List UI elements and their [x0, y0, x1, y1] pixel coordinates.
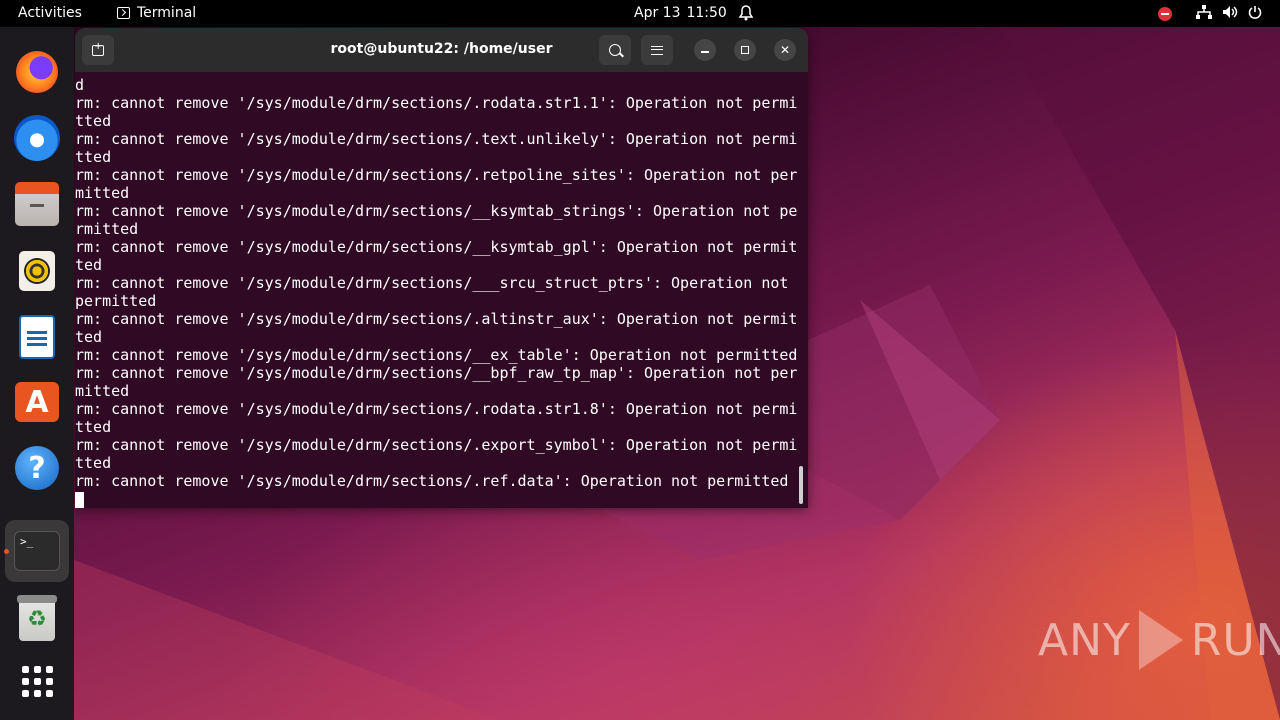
dock-item-writer[interactable] — [14, 314, 60, 360]
terminal-app-icon — [117, 7, 130, 19]
minimize-button[interactable] — [694, 39, 716, 61]
terminal-line: d — [75, 76, 85, 94]
terminal-line: ted — [75, 328, 103, 346]
terminal-line: rm: cannot remove '/sys/module/drm/secti… — [75, 310, 798, 328]
terminal-line: mitted — [75, 184, 130, 202]
close-icon: ✕ — [779, 43, 791, 57]
show-applications-button[interactable] — [14, 658, 60, 704]
clock-date: Apr 13 — [634, 5, 681, 21]
terminal-line: rm: cannot remove '/sys/module/drm/secti… — [75, 238, 798, 256]
search-icon — [609, 44, 621, 56]
trash-icon: ♻ — [17, 595, 57, 641]
dock-item-help[interactable]: ? — [14, 445, 60, 491]
terminal-icon: >_ — [14, 531, 60, 571]
terminal-line: rm: cannot remove '/sys/module/drm/secti… — [75, 130, 798, 148]
dock: A ? >_ ♻ — [0, 27, 74, 720]
terminal-lines: d rm: cannot remove '/sys/module/drm/sect… — [75, 76, 797, 508]
terminal-line: tted — [75, 112, 112, 130]
app-grid-icon — [21, 665, 53, 697]
dock-item-trash[interactable]: ♻ — [14, 595, 60, 642]
terminal-line: rm: cannot remove '/sys/module/drm/secti… — [75, 472, 789, 490]
watermark-right: RUN — [1190, 614, 1280, 666]
terminal-line: ted — [75, 256, 103, 274]
dock-item-rhythmbox[interactable] — [14, 248, 60, 294]
system-tray[interactable] — [1158, 5, 1262, 23]
thunderbird-icon — [14, 115, 60, 161]
dock-item-software[interactable]: A — [14, 379, 60, 425]
terminal-line: tted — [75, 148, 112, 166]
clock-time: 11:50 — [686, 5, 727, 21]
search-button[interactable] — [599, 35, 631, 65]
volume-icon — [1222, 5, 1238, 23]
terminal-line: permitted — [75, 292, 157, 310]
help-icon: ? — [15, 446, 59, 490]
terminal-window: root@ubuntu22: /home/user ✕ drm: cannot … — [75, 28, 808, 508]
clock[interactable]: Apr 13 11:50 — [634, 5, 727, 21]
watermark-play-icon — [1138, 610, 1183, 670]
terminal-cursor — [75, 491, 84, 508]
app-menu-label: Terminal — [137, 5, 197, 21]
maximize-icon — [741, 46, 749, 54]
terminal-line: tted — [75, 418, 112, 436]
terminal-line: mitted — [75, 382, 130, 400]
writer-icon — [19, 315, 55, 359]
anyrun-watermark: ANY RUN — [1038, 610, 1280, 670]
terminal-line: rm: cannot remove '/sys/module/drm/secti… — [75, 166, 798, 184]
power-icon — [1248, 5, 1262, 23]
activities-button[interactable]: Activities — [18, 5, 82, 21]
terminal-prompt-line[interactable] — [75, 490, 797, 508]
app-store-icon: A — [15, 382, 59, 422]
terminal-line: rm: cannot remove '/sys/module/drm/secti… — [75, 400, 798, 418]
app-menu[interactable]: Terminal — [117, 5, 196, 21]
minimize-icon — [701, 51, 709, 53]
hamburger-menu-icon — [651, 45, 663, 55]
close-button[interactable]: ✕ — [774, 39, 796, 61]
terminal-line: rm: cannot remove '/sys/module/drm/secti… — [75, 94, 798, 112]
dock-item-files[interactable] — [14, 182, 60, 229]
dock-item-thunderbird[interactable] — [14, 115, 60, 161]
firefox-icon — [16, 51, 58, 93]
terminal-line: rm: cannot remove '/sys/module/drm/secti… — [75, 274, 798, 292]
do-not-disturb-icon[interactable] — [1158, 7, 1172, 21]
menu-button[interactable] — [641, 35, 673, 65]
top-bar: Activities Terminal Apr 13 11:50 — [0, 0, 1280, 27]
maximize-button[interactable] — [734, 39, 756, 61]
rhythmbox-icon — [19, 251, 55, 291]
watermark-left: ANY — [1038, 614, 1131, 666]
window-headerbar[interactable]: root@ubuntu22: /home/user ✕ — [75, 28, 808, 72]
terminal-line: tted — [75, 454, 112, 472]
terminal-line: rm: cannot remove '/sys/module/drm/secti… — [75, 436, 798, 454]
terminal-line: rm: cannot remove '/sys/module/drm/secti… — [75, 202, 798, 220]
running-indicator — [4, 549, 9, 554]
notification-bell-icon — [738, 5, 754, 25]
dock-item-firefox[interactable] — [14, 49, 60, 95]
terminal-line: rm: cannot remove '/sys/module/drm/secti… — [75, 364, 798, 382]
files-icon — [15, 182, 59, 226]
terminal-scrollbar[interactable] — [799, 466, 803, 504]
terminal-line: rmitted — [75, 220, 139, 238]
network-icon — [1196, 5, 1212, 23]
terminal-line: rm: cannot remove '/sys/module/drm/secti… — [75, 346, 798, 364]
terminal-output[interactable]: d rm: cannot remove '/sys/module/drm/sect… — [75, 72, 808, 508]
dock-item-terminal[interactable]: >_ — [5, 520, 69, 582]
